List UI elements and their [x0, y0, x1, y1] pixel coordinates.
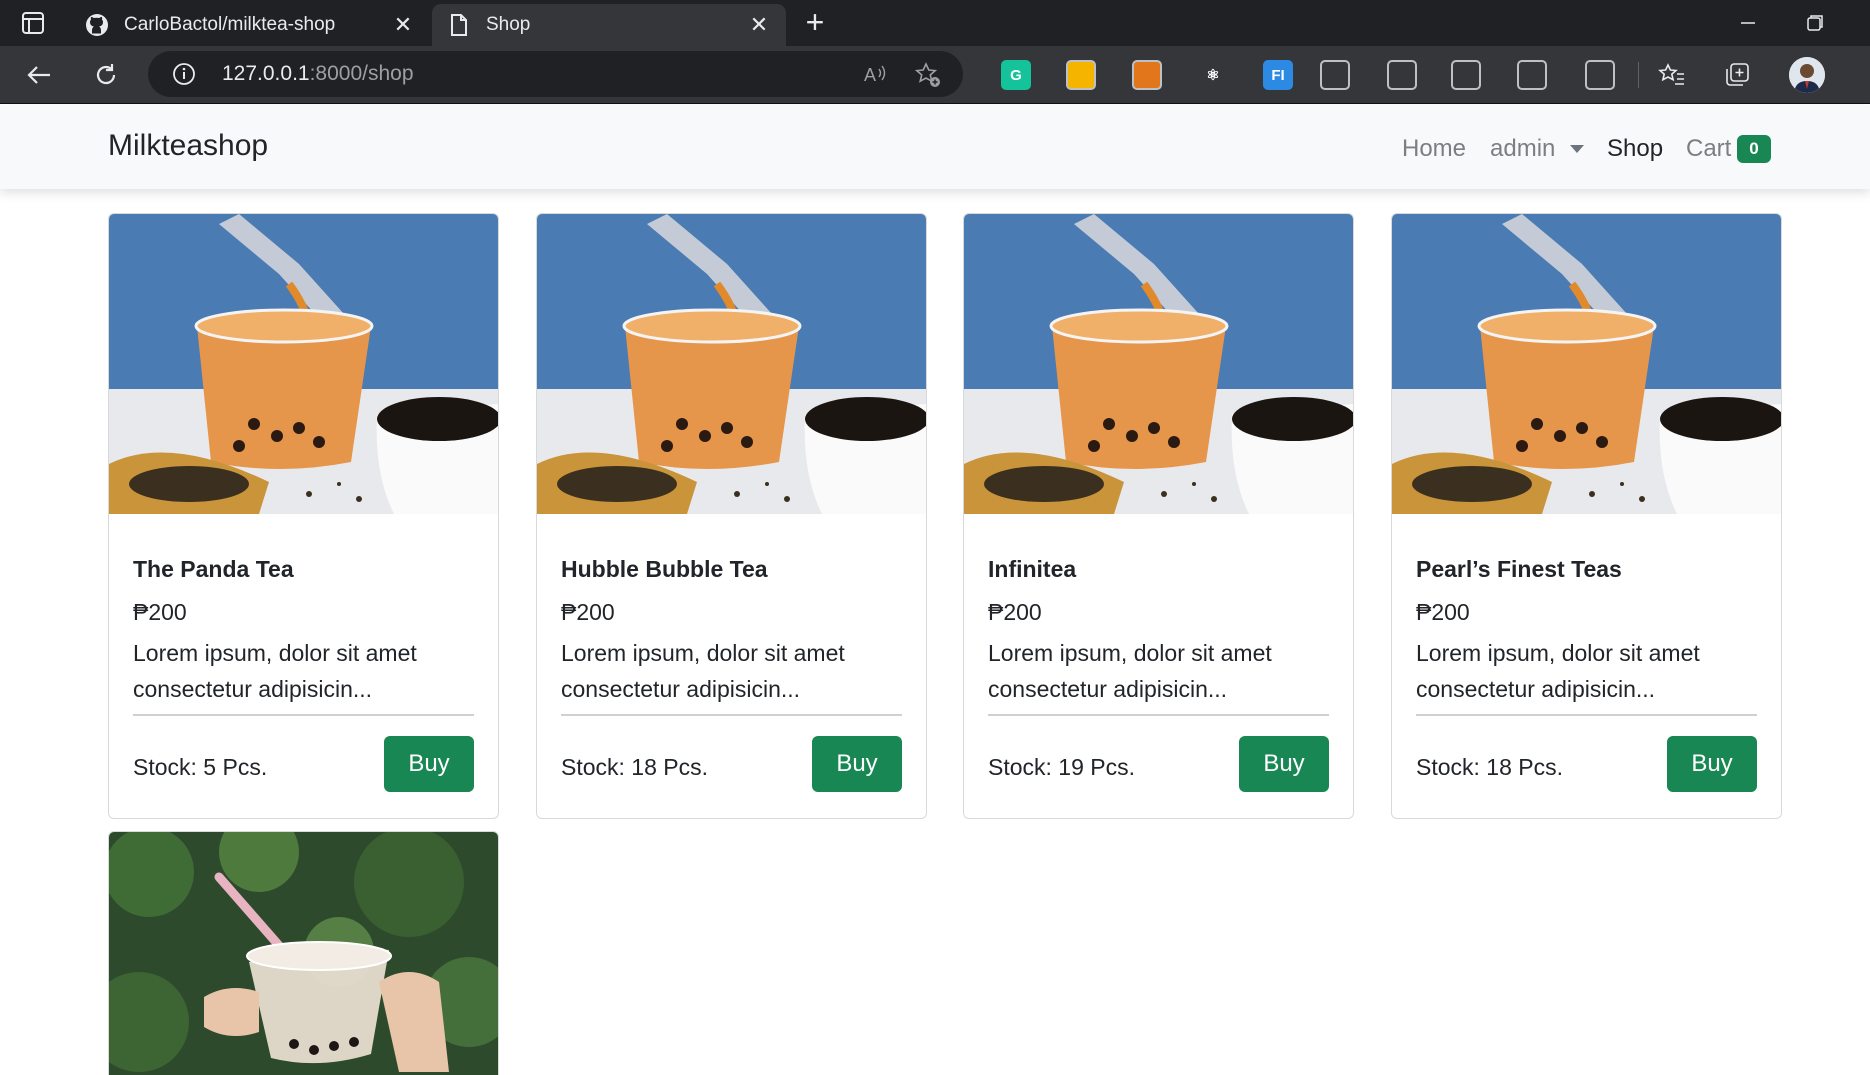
product-description: Lorem ipsum, dolor sit amet consectetur … — [1416, 640, 1700, 702]
nav-link-home[interactable]: Home — [1402, 135, 1466, 163]
product-image — [109, 214, 498, 514]
fi-extension-icon[interactable]: FI — [1263, 60, 1293, 90]
product-stock: Stock: 19 Pcs. — [988, 754, 1136, 780]
url-bar[interactable]: 127.0.0.1:8000/shop A — [148, 51, 963, 97]
react-devtools-icon[interactable]: ⚛ — [1198, 60, 1228, 90]
product-name: Pearl’s Finest Teas — [1416, 556, 1622, 582]
product-card: Hubble Bubble Tea ₱200 Lorem ipsum, dolo… — [536, 213, 927, 819]
product-image — [537, 214, 926, 514]
cart-count-badge: 0 — [1737, 135, 1771, 163]
svg-text:A: A — [864, 65, 876, 85]
collections-icon[interactable] — [1722, 60, 1752, 90]
product-stock: Stock: 18 Pcs. — [561, 754, 709, 780]
product-stock: Stock: 5 Pcs. — [133, 754, 268, 780]
tab-title: Shop — [486, 14, 531, 35]
restore-icon[interactable] — [1800, 8, 1830, 38]
clock-extension-icon[interactable] — [1387, 60, 1417, 90]
close-icon[interactable]: ✕ — [390, 12, 416, 38]
back-arrow-icon[interactable] — [24, 60, 54, 90]
product-card: Pearl’s Finest Teas ₱200 Lorem ipsum, do… — [1391, 213, 1782, 819]
product-name: The Panda Tea — [133, 556, 294, 582]
add-favorite-icon[interactable] — [914, 61, 942, 89]
nav-link-cart[interactable]: Cart — [1686, 135, 1731, 163]
github-icon — [84, 12, 110, 38]
product-price: ₱200 — [133, 599, 187, 625]
product-stock: Stock: 18 Pcs. — [1416, 754, 1564, 780]
product-card: Infinitea ₱200 Lorem ipsum, dolor sit am… — [963, 213, 1354, 819]
url-host: 127.0.0.1 — [222, 62, 310, 85]
reload-icon[interactable] — [91, 60, 121, 90]
info-icon[interactable] — [172, 62, 196, 86]
color-extension-icon[interactable] — [1066, 60, 1096, 90]
favorites-icon[interactable] — [1657, 60, 1687, 90]
qr-extension-icon[interactable] — [1517, 60, 1547, 90]
tab-actions-icon[interactable] — [20, 10, 46, 36]
ruler-extension-icon[interactable] — [1320, 60, 1350, 90]
product-card — [108, 831, 499, 1075]
product-description: Lorem ipsum, dolor sit amet consectetur … — [133, 640, 417, 702]
copy-extension-icon[interactable] — [1451, 60, 1481, 90]
metamask-extension-icon[interactable] — [1132, 60, 1162, 90]
chevron-down-icon[interactable] — [1570, 145, 1584, 153]
puzzle-extension-icon[interactable] — [1585, 60, 1615, 90]
new-tab-icon[interactable]: + — [800, 6, 830, 38]
url-text: 127.0.0.1:8000/shop — [222, 62, 414, 86]
buy-button[interactable]: Buy — [384, 736, 474, 792]
product-price: ₱200 — [988, 599, 1042, 625]
buy-button[interactable]: Buy — [1667, 736, 1757, 792]
read-aloud-icon[interactable]: A — [862, 61, 890, 87]
divider — [1416, 714, 1757, 716]
product-name: Infinitea — [988, 556, 1077, 582]
product-image — [109, 832, 498, 1075]
product-image — [964, 214, 1353, 514]
tab-github[interactable]: CarloBactol/milktea-shop ✕ — [70, 4, 430, 46]
tab-shop[interactable]: Shop ✕ — [432, 4, 786, 46]
product-price: ₱200 — [561, 599, 615, 625]
divider — [133, 714, 474, 716]
product-price: ₱200 — [1416, 599, 1470, 625]
divider — [988, 714, 1329, 716]
nav-link-shop[interactable]: Shop — [1607, 135, 1663, 163]
buy-button[interactable]: Buy — [812, 736, 902, 792]
browser-tab-strip: CarloBactol/milktea-shop ✕ Shop ✕ + — [0, 0, 1870, 46]
browser-toolbar: 127.0.0.1:8000/shop A G ⚛ FI — [0, 46, 1870, 104]
product-card: The Panda Tea ₱200 Lorem ipsum, dolor si… — [108, 213, 499, 819]
buy-button[interactable]: Buy — [1239, 736, 1329, 792]
product-description: Lorem ipsum, dolor sit amet consectetur … — [988, 640, 1272, 702]
tab-title: CarloBactol/milktea-shop — [124, 14, 336, 35]
divider — [561, 714, 902, 716]
nav-dropdown-user[interactable]: admin — [1490, 135, 1555, 163]
document-icon — [446, 12, 472, 38]
profile-avatar[interactable] — [1789, 57, 1825, 93]
brand-logo-text[interactable]: Milkteashop — [108, 129, 268, 163]
product-description: Lorem ipsum, dolor sit amet consectetur … — [561, 640, 845, 702]
url-path: :8000/shop — [309, 62, 414, 85]
close-icon[interactable]: ✕ — [746, 12, 772, 38]
minimize-icon[interactable] — [1733, 8, 1763, 38]
product-image — [1392, 214, 1781, 514]
site-navbar: Milkteashop Home admin Shop Cart 0 — [0, 105, 1870, 189]
grammarly-extension-icon[interactable]: G — [1001, 60, 1031, 90]
product-name: Hubble Bubble Tea — [561, 556, 768, 582]
toolbar-separator — [1638, 62, 1639, 88]
